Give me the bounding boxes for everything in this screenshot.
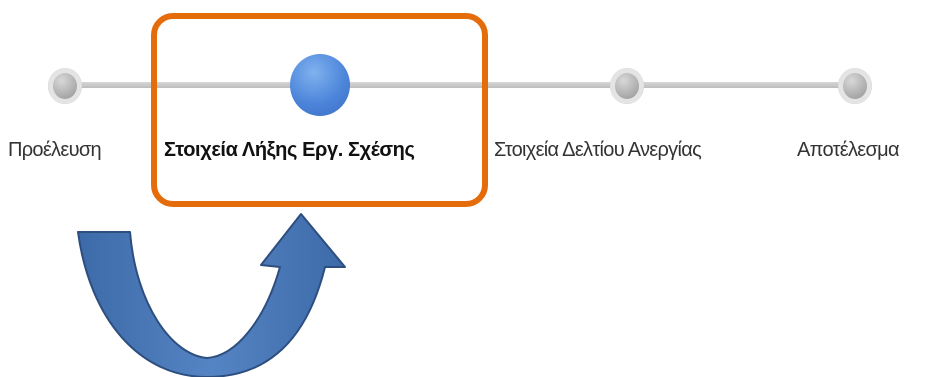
arrow-shape <box>77 213 346 377</box>
curved-arrow-icon <box>77 213 346 377</box>
